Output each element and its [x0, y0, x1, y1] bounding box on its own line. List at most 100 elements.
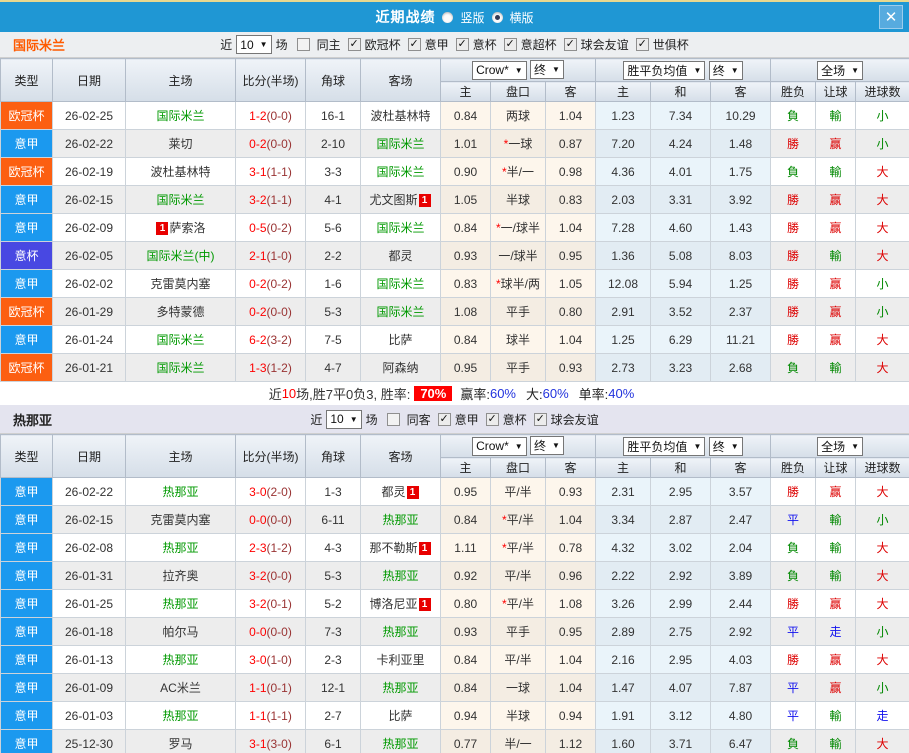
radio-horizontal-label[interactable]: 横版 [510, 9, 534, 26]
home-team: 罗马 [126, 730, 236, 753]
team-section-genoa: 热那亚近10▼场同客✓意甲✓意杯✓球会友谊类型日期主场比分(半场)角球客场Cro… [0, 405, 909, 753]
avg-away-odds: 7.87 [711, 674, 771, 702]
fulltime-score: 3-0 [249, 485, 266, 499]
crow-away-odds: 0.87 [546, 130, 596, 158]
match-type-cell: 意甲 [1, 618, 53, 646]
crow-away-odds: 0.98 [546, 158, 596, 186]
header-row-top: 类型日期主场比分(半场)角球客场Crow*▼ 终▼胜平负均值▼ 终▼全场▼ [1, 435, 909, 458]
corner-score: 4-3 [306, 534, 361, 562]
corner-score: 16-1 [306, 102, 361, 130]
result-goals: 小 [856, 270, 909, 298]
chevron-down-icon: ▼ [552, 441, 560, 450]
close-icon[interactable]: ✕ [879, 5, 903, 29]
fulltime-score: 2-3 [249, 541, 266, 555]
result-handicap: 輸 [816, 354, 856, 382]
home-team: 帕尔马 [126, 618, 236, 646]
avg-draw-odds: 2.95 [651, 478, 711, 506]
home-team: 莱切 [126, 130, 236, 158]
crow-away-odds: 1.12 [546, 730, 596, 753]
crow-handicap: *一/球半 [491, 214, 546, 242]
crow-handicap: 两球 [491, 102, 546, 130]
crow-handicap: 平手 [491, 354, 546, 382]
league-checkbox-0[interactable]: ✓ [348, 38, 361, 51]
col-home: 主场 [126, 59, 236, 102]
team-name-text: 热那亚 [382, 625, 418, 639]
sub-home-odds: 主 [441, 458, 491, 478]
halftime-score: (0-1) [267, 597, 292, 611]
avg-final-select[interactable]: 终▼ [709, 61, 743, 80]
avg-odds-select[interactable]: 胜平负均值▼ [623, 437, 705, 456]
crow-final-select[interactable]: 终▼ [530, 60, 564, 79]
league-checkbox-4[interactable]: ✓ [564, 38, 577, 51]
avg-draw-odds: 3.31 [651, 186, 711, 214]
select-value: 终 [534, 437, 546, 454]
radio-vertical-label[interactable]: 竖版 [460, 9, 484, 26]
radio-horizontal-layout[interactable] [492, 12, 503, 23]
team-name-text: 帕尔马 [162, 625, 198, 639]
team-name-text: 热那亚 [382, 737, 418, 751]
crow-handicap: 半球 [491, 186, 546, 214]
league-checkbox-1[interactable]: ✓ [408, 38, 421, 51]
venue-checkbox[interactable] [297, 38, 310, 51]
sub-avg-home: 主 [596, 458, 651, 478]
near-count-select[interactable]: 10▼ [236, 35, 271, 54]
crow-home-odds: 1.08 [441, 298, 491, 326]
league-checkbox-3[interactable]: ✓ [504, 38, 517, 51]
team-name-text: 阿森纳 [382, 361, 418, 375]
league-checkbox-0[interactable]: ✓ [438, 413, 451, 426]
team-name-text: 尤文图斯 [369, 193, 417, 207]
odds-value: 球半/两 [501, 277, 540, 291]
halftime-score: (1-2) [267, 361, 292, 375]
col-corner: 角球 [306, 435, 361, 478]
result-goals: 小 [856, 298, 909, 326]
league-checkbox-1[interactable]: ✓ [486, 413, 499, 426]
league-label: 世俱杯 [653, 36, 689, 53]
match-type-cell: 意甲 [1, 214, 53, 242]
match-date: 26-01-29 [53, 298, 126, 326]
select-value: 全场 [821, 62, 845, 79]
odds-value: 1.12 [559, 737, 582, 751]
home-team: 克雷莫内塞 [126, 506, 236, 534]
result-handicap: 赢 [816, 270, 856, 298]
team-name-text: 国际米兰 [376, 305, 424, 319]
scope-select[interactable]: 全场▼ [817, 61, 863, 80]
match-row: 意甲26-02-08热那亚2-3(1-2)4-3那不勒斯11.11*平/半0.7… [1, 534, 909, 562]
crow-final-select[interactable]: 终▼ [530, 436, 564, 455]
scope-select[interactable]: 全场▼ [817, 437, 863, 456]
match-row: 意甲26-01-24国际米兰6-2(3-2)7-5比萨0.84球半1.041.2… [1, 326, 909, 354]
radio-vertical-layout[interactable] [442, 12, 453, 23]
avg-home-odds: 4.32 [596, 534, 651, 562]
near-count-select[interactable]: 10▼ [326, 410, 361, 429]
league-checkbox-2[interactable]: ✓ [456, 38, 469, 51]
team-name-text: 拉齐奥 [162, 569, 198, 583]
crow-home-odds: 0.92 [441, 562, 491, 590]
crow-company-select[interactable]: Crow*▼ [472, 437, 527, 456]
match-date: 25-12-30 [53, 730, 126, 753]
near-label: 近 [310, 411, 322, 428]
crow-handicap: 平手 [491, 298, 546, 326]
avg-odds-select[interactable]: 胜平负均值▼ [623, 61, 705, 80]
team-name-text: 国际米兰 [376, 165, 424, 179]
league-checkbox-2[interactable]: ✓ [534, 413, 547, 426]
venue-checkbox[interactable] [387, 413, 400, 426]
odds-value: 0.77 [454, 737, 477, 751]
halftime-score: (0-0) [267, 137, 292, 151]
avg-draw-odds: 6.29 [651, 326, 711, 354]
crow-company-select[interactable]: Crow*▼ [472, 61, 527, 80]
match-row: 意甲26-01-09AC米兰1-1(0-1)12-1热那亚0.84一球1.041… [1, 674, 909, 702]
match-type-cell: 欧冠杯 [1, 102, 53, 130]
sub-home-odds: 主 [441, 82, 491, 102]
halftime-score: (2-0) [267, 485, 292, 499]
match-type-badge: 意甲 [1, 270, 52, 297]
crow-away-odds: 1.04 [546, 214, 596, 242]
match-score: 3-0(2-0) [236, 478, 306, 506]
avg-away-odds: 2.37 [711, 298, 771, 326]
crow-home-odds: 0.84 [441, 326, 491, 354]
avg-final-select[interactable]: 终▼ [709, 437, 743, 456]
match-score: 0-2(0-0) [236, 298, 306, 326]
select-value: 终 [534, 61, 546, 78]
league-checkbox-5[interactable]: ✓ [636, 38, 649, 51]
odds-value: 平/半 [504, 653, 531, 667]
match-type-badge: 意甲 [1, 326, 52, 353]
scope-group-header: 全场▼ [771, 59, 909, 82]
